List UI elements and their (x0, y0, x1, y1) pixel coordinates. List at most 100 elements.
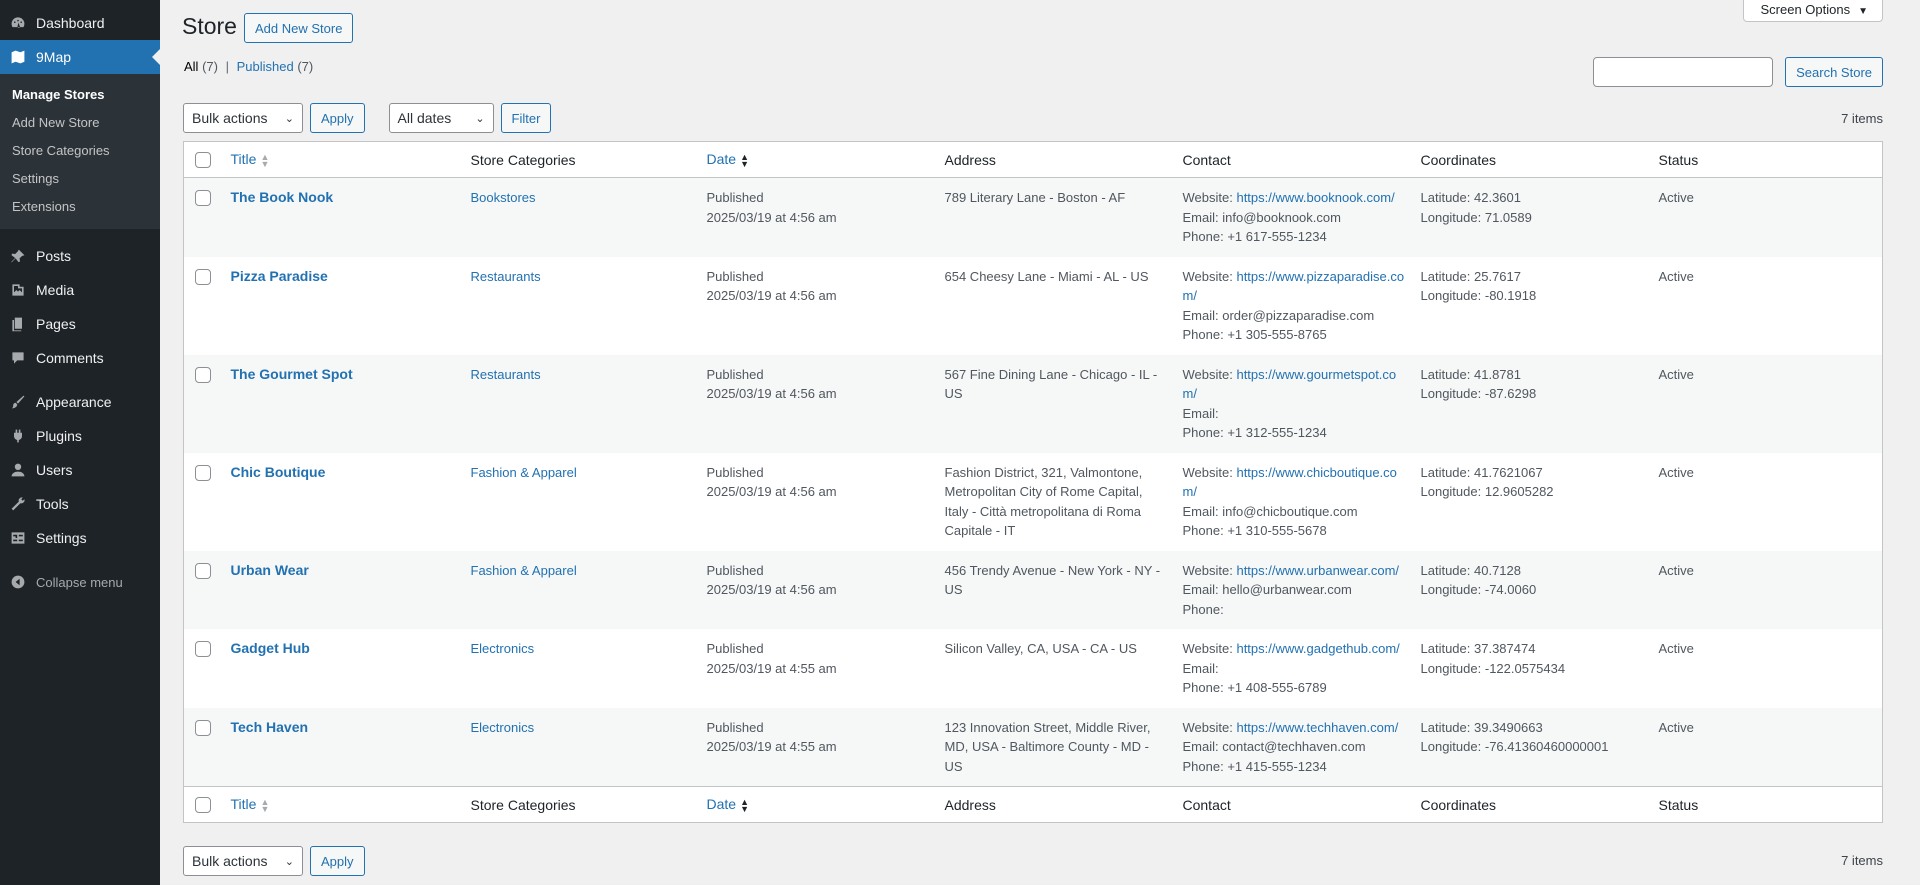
column-title-label[interactable]: Title (231, 796, 257, 812)
sidebar-item-media[interactable]: Media (0, 273, 160, 307)
view-published-link[interactable]: Published (237, 59, 294, 74)
email-value: contact@techhaven.com (1222, 739, 1366, 754)
sidebar-item-label: Pages (36, 316, 76, 332)
store-category-link[interactable]: Fashion & Apparel (471, 563, 577, 578)
comment-icon (10, 350, 26, 366)
sidebar-item-posts[interactable]: Posts (0, 239, 160, 273)
column-title[interactable]: Title ▲ ▼ (223, 787, 463, 823)
wrench-icon (10, 496, 26, 512)
store-category-link[interactable]: Bookstores (471, 190, 536, 205)
row-checkbox[interactable] (195, 268, 212, 285)
view-all-link[interactable]: All (184, 59, 198, 74)
submenu-add-new-store[interactable]: Add New Store (0, 109, 160, 137)
sidebar-item-appearance[interactable]: Appearance (0, 385, 160, 419)
website-label: Website: (1182, 464, 1233, 480)
store-title-link[interactable]: Pizza Paradise (231, 268, 328, 284)
filter-button[interactable]: Filter (500, 103, 552, 133)
email-label: Email: (1182, 503, 1219, 519)
sidebar-item-plugins[interactable]: Plugins (0, 419, 160, 453)
publish-date: 2025/03/19 at 4:55 am (706, 739, 837, 754)
collapse-menu-button[interactable]: Collapse menu (0, 565, 160, 599)
store-title-link[interactable]: Chic Boutique (231, 464, 326, 480)
store-category-link[interactable]: Fashion & Apparel (471, 465, 577, 480)
email-value: info@booknook.com (1222, 209, 1341, 225)
row-checkbox[interactable] (195, 190, 212, 206)
submenu-settings[interactable]: Settings (0, 165, 160, 193)
select-all-cell (184, 787, 223, 823)
sidebar-item-dashboard[interactable]: Dashboard (0, 6, 160, 40)
column-date-label[interactable]: Date (707, 151, 737, 167)
sort-icon: ▲ ▼ (740, 151, 749, 169)
row-address-cell: 123 Innovation Street, Middle River, MD,… (937, 708, 1175, 787)
store-title-link[interactable]: Urban Wear (231, 562, 309, 578)
sidebar-item-pages[interactable]: Pages (0, 307, 160, 341)
add-new-store-button[interactable]: Add New Store (244, 13, 354, 43)
apply-button-bottom[interactable]: Apply (310, 846, 365, 876)
apply-button[interactable]: Apply (310, 103, 365, 133)
store-title-link[interactable]: Tech Haven (231, 719, 309, 735)
phone-label: Phone: (1182, 680, 1224, 695)
cell-line: Published (707, 463, 929, 483)
submenu-extensions[interactable]: Extensions (0, 193, 160, 221)
sidebar-item-tools[interactable]: Tools (0, 487, 160, 521)
items-count: 7 items (1841, 111, 1883, 126)
store-category-link[interactable]: Electronics (471, 641, 535, 656)
row-title-cell: Pizza Paradise (223, 257, 463, 355)
row-title-cell: Gadget Hub (223, 629, 463, 708)
row-checkbox[interactable] (195, 464, 212, 481)
publish-status: Published (706, 719, 764, 735)
row-checkbox[interactable] (195, 562, 212, 579)
row-contact-cell: Website: https://www.techhaven.com/Email… (1175, 708, 1413, 787)
row-checkbox[interactable] (195, 366, 212, 383)
status-badge: Active (1658, 190, 1694, 205)
cell-line: Email: hello@urbanwear.com (1183, 580, 1405, 600)
sidebar-item-9map[interactable]: 9Map (0, 40, 160, 74)
screen-options-button[interactable]: Screen Options ▼ (1743, 0, 1883, 22)
publish-date: 2025/03/19 at 4:56 am (706, 386, 837, 401)
store-category-link[interactable]: Restaurants (471, 269, 541, 284)
row-coordinates-cell: Latitude: 42.3601 Longitude: 71.0589 (1413, 178, 1651, 257)
table-row: Tech Haven Electronics Published 2025/03/19… (183, 707, 1883, 787)
sidebar-item-label: Media (36, 282, 75, 298)
longitude-label: Longitude: (1420, 739, 1482, 754)
longitude-value: -76.41360460000001 (1484, 739, 1609, 754)
store-category-link[interactable]: Restaurants (471, 367, 541, 382)
store-title-link[interactable]: The Book Nook (231, 189, 334, 205)
website-link[interactable]: https://www.gadgethub.com/ (1236, 641, 1399, 656)
store-category-link[interactable]: Electronics (471, 720, 535, 735)
column-contact: Contact (1182, 151, 1231, 168)
row-checkbox[interactable] (195, 641, 212, 657)
search-store-button[interactable]: Search Store (1785, 57, 1883, 87)
page-title: Store (182, 13, 237, 39)
website-link[interactable]: https://www.booknook.com/ (1236, 190, 1394, 205)
cell-line: Website: https://www.urbanwear.com/ (1183, 561, 1405, 581)
cell-line: Published (707, 365, 929, 385)
select-all-checkbox-footer[interactable] (195, 797, 212, 814)
bulk-actions-select[interactable]: Bulk actions ⌄ (183, 103, 303, 133)
column-date-label[interactable]: Date (707, 796, 737, 812)
cell-line: Email: order@pizzaparadise.com (1183, 306, 1405, 326)
longitude-value: -80.1918 (1484, 288, 1537, 303)
store-title-link[interactable]: Gadget Hub (231, 640, 310, 656)
row-checkbox-cell (184, 178, 223, 257)
website-link[interactable]: https://www.urbanwear.com/ (1236, 563, 1399, 578)
column-title[interactable]: Title ▲ ▼ (223, 142, 463, 178)
select-all-checkbox[interactable] (195, 152, 212, 169)
submenu-store-categories[interactable]: Store Categories (0, 137, 160, 165)
bulk-actions-select-bottom[interactable]: Bulk actions ⌄ (183, 846, 303, 876)
date-filter-select[interactable]: All dates ⌄ (388, 103, 494, 133)
row-checkbox[interactable] (195, 719, 212, 736)
search-input[interactable] (1593, 57, 1774, 87)
column-date[interactable]: Date ▲ ▼ (699, 787, 937, 823)
website-link[interactable]: https://www.techhaven.com/ (1236, 720, 1398, 735)
sidebar-item-settings[interactable]: Settings (0, 521, 160, 555)
store-title-link[interactable]: The Gourmet Spot (231, 366, 353, 382)
row-category-cell: Fashion & Apparel (463, 453, 699, 551)
column-date[interactable]: Date ▲ ▼ (699, 142, 937, 178)
sidebar-item-comments[interactable]: Comments (0, 341, 160, 375)
column-coordinates: Coordinates (1420, 151, 1497, 168)
submenu-manage-stores[interactable]: Manage Stores (0, 81, 160, 109)
sidebar-item-users[interactable]: Users (0, 453, 160, 487)
column-title-label[interactable]: Title (231, 151, 257, 167)
row-contact-cell: Website: https://www.chicboutique.com/Em… (1175, 453, 1413, 551)
